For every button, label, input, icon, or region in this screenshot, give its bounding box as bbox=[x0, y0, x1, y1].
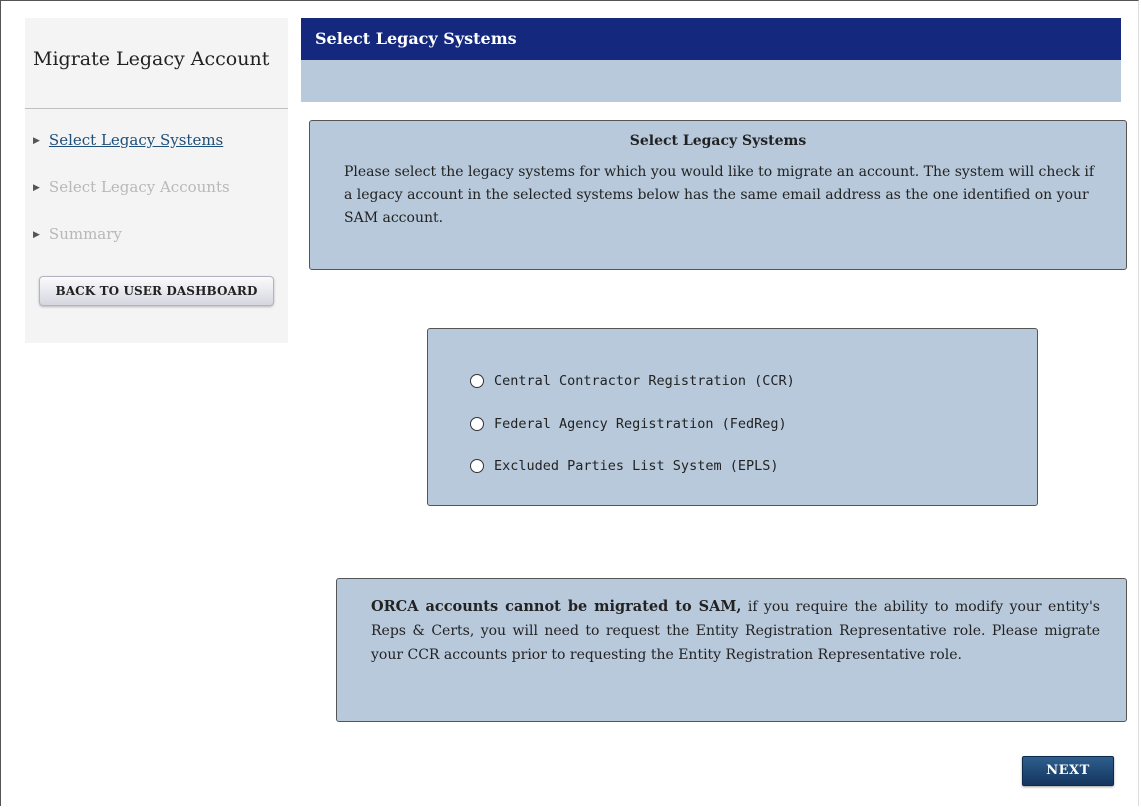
sidebar: Migrate Legacy Account ▶ Select Legacy Sy… bbox=[25, 18, 288, 343]
radio-button[interactable] bbox=[470, 417, 484, 431]
option-label[interactable]: Excluded Parties List System (EPLS) bbox=[494, 458, 778, 474]
note-bold: ORCA accounts cannot be migrated to SAM, bbox=[371, 598, 742, 615]
legacy-system-option-ccr[interactable]: Central Contractor Registration (CCR) bbox=[470, 373, 795, 389]
option-label[interactable]: Federal Agency Registration (FedReg) bbox=[494, 416, 787, 432]
back-to-dashboard-button[interactable]: BACK TO USER DASHBOARD bbox=[39, 276, 274, 306]
info-body: Please select the legacy systems for whi… bbox=[344, 164, 1095, 226]
sidebar-item-label[interactable]: Select Legacy Systems bbox=[49, 131, 223, 149]
sidebar-item-label: Summary bbox=[48, 225, 122, 243]
note-body: ORCA accounts cannot be migrated to SAM,… bbox=[371, 595, 1100, 667]
legacy-system-option-epls[interactable]: Excluded Parties List System (EPLS) bbox=[470, 458, 778, 474]
triangle-right-icon: ▶ bbox=[33, 230, 40, 240]
info-title: Select Legacy Systems bbox=[629, 133, 807, 149]
option-label[interactable]: Central Contractor Registration (CCR) bbox=[494, 373, 795, 389]
info-panel: Select Legacy Systems Please select the … bbox=[309, 120, 1127, 270]
triangle-right-icon: ▶ bbox=[33, 136, 40, 146]
triangle-right-icon: ▶ bbox=[33, 183, 40, 193]
sidebar-item-select-legacy-systems[interactable]: ▶ Select Legacy Systems bbox=[33, 131, 223, 149]
sidebar-item-label: Select Legacy Accounts bbox=[48, 178, 230, 196]
legacy-system-option-fedreg[interactable]: Federal Agency Registration (FedReg) bbox=[470, 416, 787, 432]
orca-note-panel: ORCA accounts cannot be migrated to SAM,… bbox=[336, 578, 1127, 722]
header-subbar bbox=[301, 60, 1121, 102]
sidebar-title: Migrate Legacy Account bbox=[33, 48, 270, 70]
legacy-systems-panel: Central Contractor Registration (CCR) Fe… bbox=[427, 328, 1038, 506]
page-title: Select Legacy Systems bbox=[315, 29, 517, 48]
page-header: Select Legacy Systems bbox=[301, 18, 1121, 60]
sidebar-item-summary: ▶ Summary bbox=[33, 225, 122, 243]
sidebar-item-select-legacy-accounts: ▶ Select Legacy Accounts bbox=[33, 178, 230, 196]
next-button[interactable]: NEXT bbox=[1022, 756, 1114, 786]
sidebar-divider bbox=[25, 108, 288, 109]
radio-button[interactable] bbox=[470, 374, 484, 388]
radio-button[interactable] bbox=[470, 459, 484, 473]
